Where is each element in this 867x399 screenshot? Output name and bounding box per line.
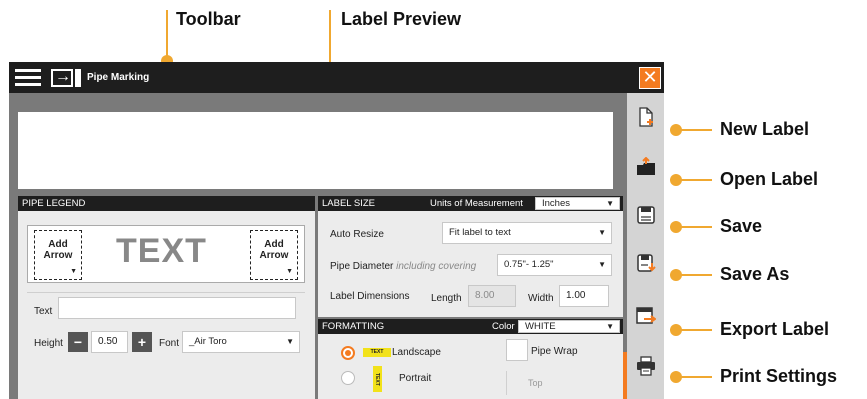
color-select[interactable]: WHITE ▼ [518, 320, 620, 333]
auto-resize-label: Auto Resize [330, 229, 384, 240]
legend-text-preview: TEXT [116, 232, 207, 270]
chevron-down-icon: ▼ [606, 322, 614, 331]
new-label-callout-line [676, 129, 712, 131]
label-size-header: LABEL SIZE Units of Measurement Inches ▼ [318, 196, 623, 211]
exit-icon[interactable] [51, 68, 73, 87]
new-label-callout: New Label [720, 119, 810, 139]
pipe-diameter-note: including covering [396, 261, 477, 272]
add-right-arrow-button[interactable]: Add Arrow ▼ [250, 230, 298, 280]
font-select[interactable]: _Air Toro ▼ [182, 331, 300, 353]
pipe-wrap-checkbox[interactable] [506, 339, 528, 361]
app-window: Pipe Marking ✕ PIPE LEGEND Add Arrow ▼ T… [9, 62, 664, 399]
close-button[interactable]: ✕ [639, 67, 661, 89]
units-select[interactable]: Inches ▼ [535, 197, 620, 210]
height-increase-button[interactable]: + [132, 332, 152, 352]
toolbar: Pipe Marking ✕ [9, 62, 664, 93]
chevron-down-icon: ▼ [286, 337, 294, 346]
landscape-radio-dot [345, 350, 351, 356]
app-title: Pipe Marking [87, 72, 150, 83]
new-label-icon[interactable] [636, 107, 656, 127]
pipe-diameter-value: 0.75"- 1.25" [504, 259, 554, 270]
open-folder-icon[interactable] [636, 157, 656, 177]
open-label-callout-line [676, 179, 712, 181]
save-callout: Save [720, 216, 763, 236]
export-label-callout: Export Label [720, 319, 830, 339]
units-label: Units of Measurement [430, 198, 523, 209]
portrait-chip-text: TEXT [374, 373, 380, 386]
formatting-title: FORMATTING [322, 321, 385, 332]
length-input: 8.00 [468, 285, 516, 307]
landscape-radio[interactable] [341, 346, 355, 360]
height-decrease-button[interactable]: − [68, 332, 88, 352]
divider [506, 371, 507, 395]
formatting-header: FORMATTING Color WHITE ▼ [318, 319, 623, 334]
print-settings-icon[interactable] [636, 356, 656, 376]
label-size-title: LABEL SIZE [322, 198, 375, 209]
chevron-down-icon: ▼ [598, 228, 606, 237]
save-as-callout-line [676, 274, 712, 276]
label-size-panel: Auto Resize Fit label to text ▼ Pipe Dia… [318, 211, 623, 317]
save-callout-line [676, 226, 712, 228]
chevron-down-icon: ▼ [286, 268, 293, 275]
pipe-diameter-label: Pipe Diameter including covering [330, 261, 476, 272]
preview-callout: Label Preview [341, 9, 462, 29]
legend-preview-box: Add Arrow ▼ TEXT Add Arrow ▼ [27, 225, 305, 283]
pipe-diameter-text: Pipe Diameter [330, 261, 394, 272]
print-settings-callout-line [676, 376, 712, 378]
portrait-radio[interactable] [341, 371, 355, 385]
divider [27, 292, 305, 293]
units-select-value: Inches [542, 198, 570, 209]
open-label-callout: Open Label [720, 169, 819, 189]
save-as-icon[interactable] [636, 253, 656, 273]
height-input[interactable]: 0.50 [91, 331, 128, 353]
print-settings-callout: Print Settings [720, 366, 838, 386]
landscape-label: Landscape [392, 347, 441, 358]
color-label: Color [492, 321, 515, 332]
pipe-legend-panel: Add Arrow ▼ TEXT Add Arrow ▼ Text Height… [18, 211, 315, 399]
portrait-label: Portrait [399, 373, 432, 384]
action-sidebar [627, 93, 664, 399]
font-label: Font [159, 338, 180, 349]
preview-area [9, 93, 623, 193]
export-label-callout-line [676, 329, 712, 331]
pipe-legend-header: PIPE LEGEND [18, 196, 315, 211]
auto-resize-select[interactable]: Fit label to text ▼ [442, 222, 612, 244]
height-label: Height [34, 338, 63, 349]
formatting-panel: TEXT Landscape TEXT Portrait Pipe Wrap T… [318, 334, 623, 399]
text-label: Text [34, 306, 53, 317]
chevron-down-icon: ▼ [606, 199, 614, 208]
menu-icon[interactable] [15, 69, 41, 87]
top-label: Top [528, 378, 543, 388]
portrait-chip: TEXT [373, 366, 382, 392]
save-as-callout: Save As [720, 264, 790, 284]
exit-icon-bar [75, 69, 81, 87]
length-label: Length [431, 293, 462, 304]
pipe-diameter-select[interactable]: 0.75"- 1.25" ▼ [497, 254, 612, 276]
toolbar-callout: Toolbar [176, 9, 241, 29]
width-input[interactable]: 1.00 [559, 285, 609, 307]
legend-text-input[interactable] [58, 297, 296, 319]
chevron-down-icon: ▼ [70, 268, 77, 275]
add-left-arrow-button[interactable]: Add Arrow ▼ [34, 230, 82, 280]
label-dimensions-label: Label Dimensions [330, 291, 410, 302]
toolbar-callout-line [166, 10, 168, 60]
landscape-chip: TEXT [363, 348, 391, 357]
add-left-arrow-label: Add Arrow [43, 239, 73, 261]
pipe-wrap-label: Pipe Wrap [531, 346, 578, 357]
width-label: Width [528, 293, 554, 304]
save-icon[interactable] [636, 205, 656, 225]
add-right-arrow-label: Add Arrow [259, 239, 289, 261]
label-preview [18, 112, 613, 189]
color-select-value: WHITE [525, 321, 556, 332]
font-select-value: _Air Toro [189, 336, 227, 347]
chevron-down-icon: ▼ [598, 260, 606, 269]
auto-resize-value: Fit label to text [449, 227, 511, 238]
export-label-icon[interactable] [636, 306, 656, 326]
